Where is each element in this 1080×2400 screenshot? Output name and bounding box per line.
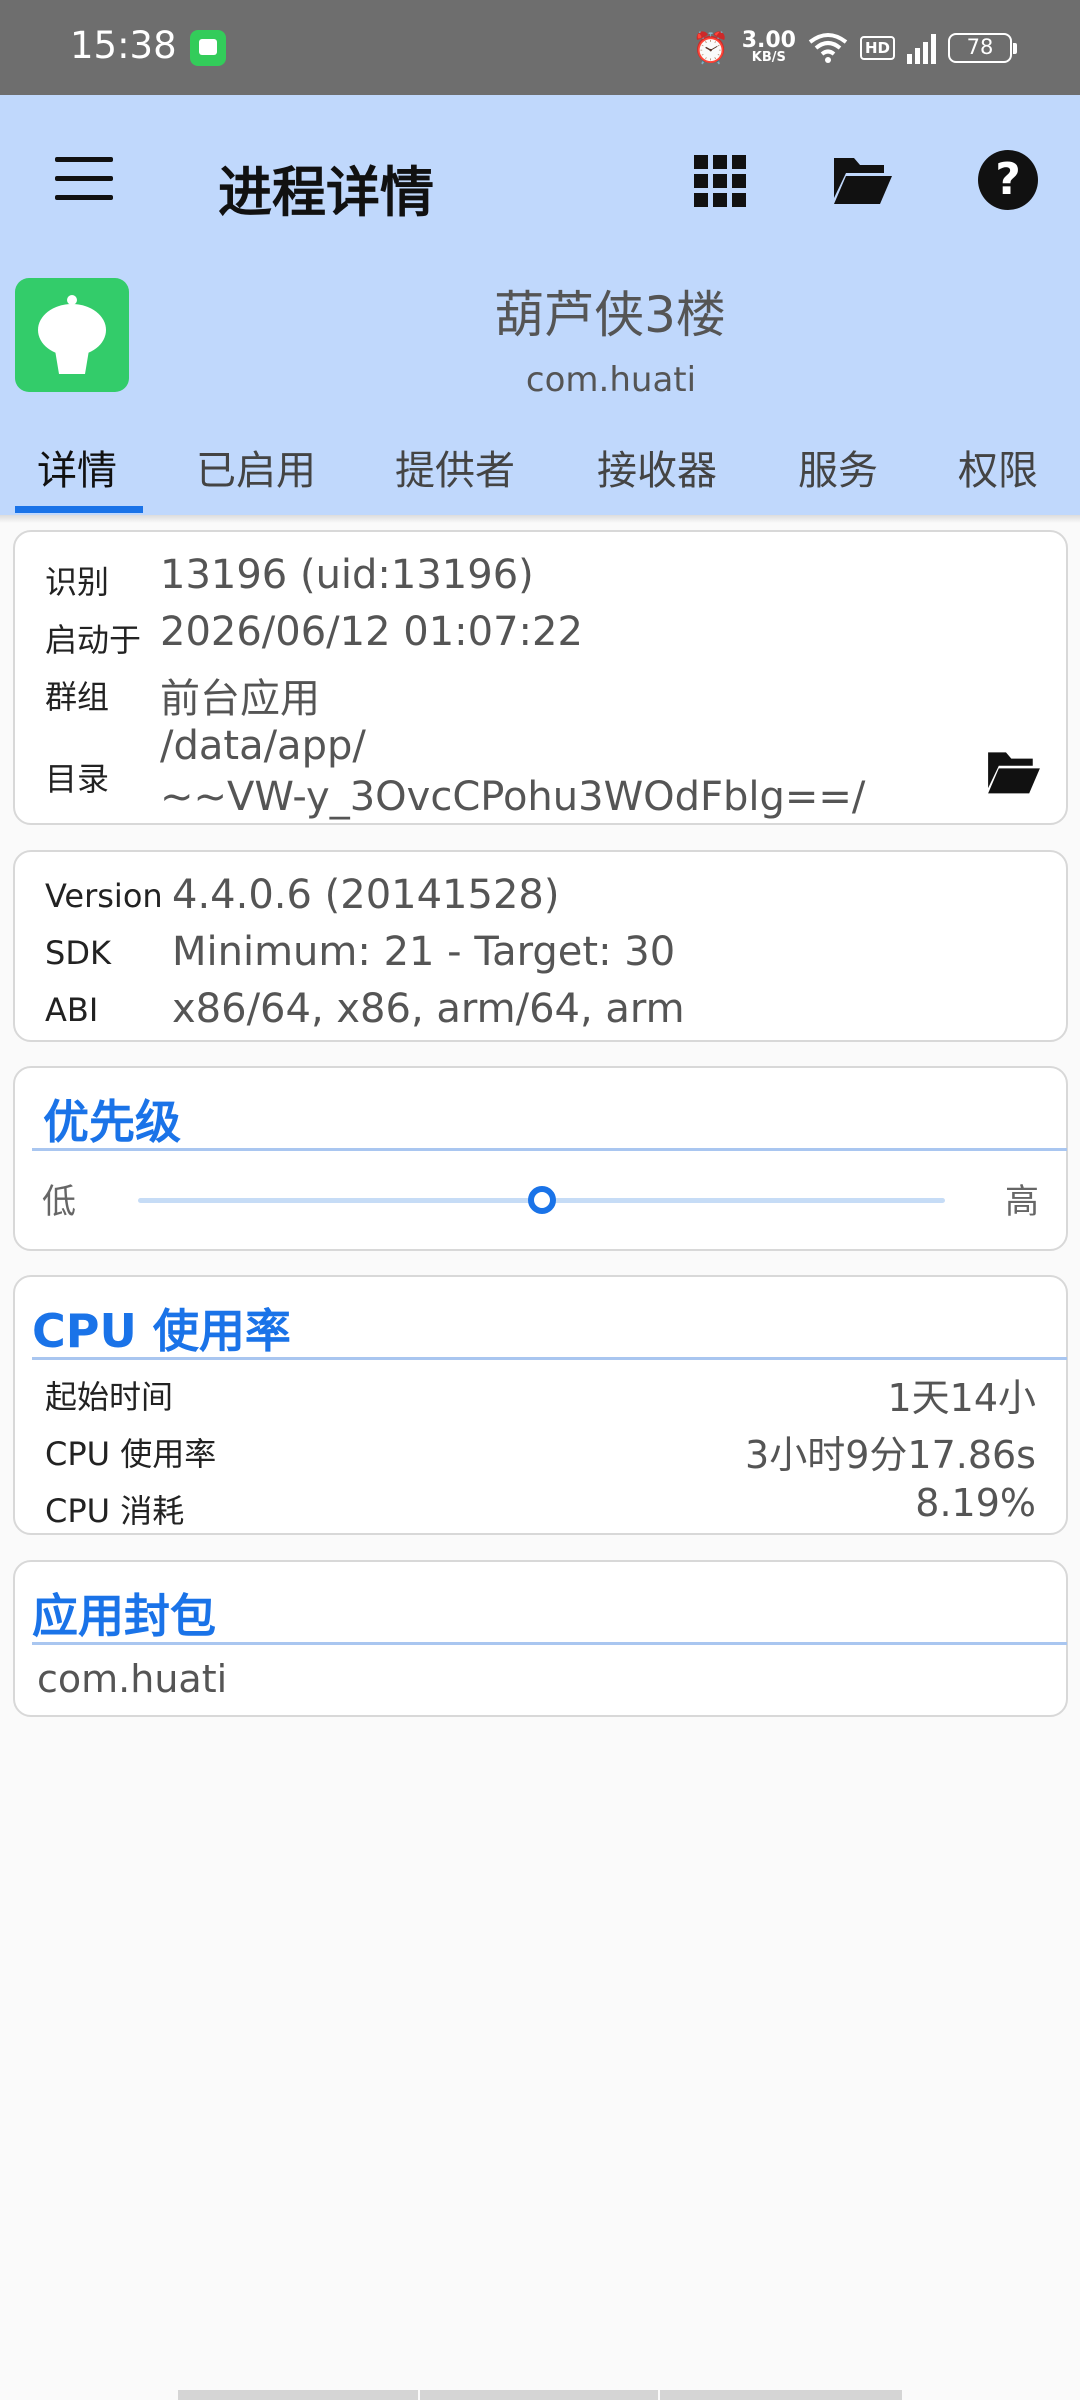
grid-icon[interactable] xyxy=(694,155,746,207)
alarm-icon: ⏰ xyxy=(692,30,730,66)
priority-title: 优先级 xyxy=(43,1095,181,1149)
directory-path-line1: /data/app/ xyxy=(160,723,366,769)
nav-handle xyxy=(178,2390,418,2400)
app-name: 葫芦侠3楼 xyxy=(494,286,726,344)
priority-card: 优先级 低 高 xyxy=(13,1066,1068,1251)
hd-voice-badge: HD xyxy=(859,36,895,60)
app-package-name: com.huati xyxy=(525,360,697,400)
cpu-usage-card: CPU 使用率 起始时间 1天14小 CPU 使用率 3小时9分17.86s C… xyxy=(13,1275,1068,1535)
wifi-icon xyxy=(808,33,848,63)
tab-enabled[interactable]: 已启用 xyxy=(196,438,316,496)
network-speed-unit: KB/S xyxy=(751,50,786,66)
tab-receivers[interactable]: 接收器 xyxy=(597,438,717,496)
page-title: 进程详情 xyxy=(218,161,434,224)
tab-services[interactable]: 服务 xyxy=(798,438,878,496)
cpu-usage-value: 3小时9分17.86s xyxy=(745,1433,1036,1477)
tab-bar: 详情 已启用 提供者 接收器 服务 权限 xyxy=(0,410,1080,515)
pid-label: 识别 xyxy=(45,563,110,601)
status-bar: 15:38 ⏰ 3.00 KB/S HD 78 xyxy=(0,0,1080,95)
status-time: 15:38 xyxy=(70,24,177,67)
app-package-divider xyxy=(32,1642,1067,1645)
priority-high-label: 高 xyxy=(1005,1182,1039,1222)
nav-handle xyxy=(420,2390,658,2400)
directory-label: 目录 xyxy=(45,760,110,798)
sdk-label: SDK xyxy=(45,934,111,972)
tab-details[interactable]: 详情 xyxy=(37,438,117,496)
folder-open-icon[interactable] xyxy=(832,152,894,208)
priority-divider xyxy=(32,1148,1067,1151)
started-value: 2026/06/12 01:07:22 xyxy=(160,609,583,655)
priority-slider-thumb[interactable] xyxy=(527,1186,556,1214)
process-info-card: 识别 13196 (uid:13196) 启动于 2026/06/12 01:0… xyxy=(13,530,1068,825)
abi-value: x86/64, x86, arm/64, arm xyxy=(172,986,685,1032)
started-label: 启动于 xyxy=(45,621,142,659)
help-icon[interactable]: ? xyxy=(978,150,1038,210)
tab-providers[interactable]: 提供者 xyxy=(395,438,515,496)
sdk-value: Minimum: 21 - Target: 30 xyxy=(172,929,676,975)
directory-path-line2: ~~VW-y_3OvcCPohu3WOdFblg==/ xyxy=(160,774,866,820)
abi-label: ABI xyxy=(45,991,99,1029)
priority-low-label: 低 xyxy=(42,1182,76,1222)
cpu-usage-label: CPU 使用率 xyxy=(45,1435,217,1473)
chat-notification-icon xyxy=(190,30,226,66)
version-label: Version xyxy=(45,877,163,915)
group-value: 前台应用 xyxy=(160,676,320,722)
version-value: 4.4.0.6 (20141528) xyxy=(172,872,560,918)
tab-indicator xyxy=(15,506,143,513)
battery-indicator: 78 xyxy=(948,33,1017,63)
app-package-value: com.huati xyxy=(37,1657,228,1701)
cpu-consume-value: 8.19% xyxy=(915,1481,1036,1525)
open-directory-icon[interactable] xyxy=(983,747,1045,797)
start-time-value: 1天14小 xyxy=(887,1376,1036,1420)
tab-bar-shadow xyxy=(0,515,1080,523)
network-speed: 3.00 KB/S xyxy=(741,28,796,66)
cpu-usage-divider xyxy=(32,1357,1067,1360)
cpu-consume-label: CPU 消耗 xyxy=(45,1492,185,1530)
app-package-title: 应用封包 xyxy=(32,1589,216,1643)
version-card: Version 4.4.0.6 (20141528) SDK Minimum: … xyxy=(13,850,1068,1042)
cellular-signal-icon xyxy=(907,32,936,64)
menu-icon[interactable] xyxy=(55,157,113,201)
cpu-usage-title: CPU 使用率 xyxy=(32,1304,291,1358)
network-speed-value: 3.00 xyxy=(741,28,796,54)
pid-value: 13196 (uid:13196) xyxy=(160,552,534,598)
tab-permissions[interactable]: 权限 xyxy=(958,438,1038,496)
nav-handle xyxy=(660,2390,902,2400)
app-package-card: 应用封包 com.huati xyxy=(13,1560,1068,1717)
group-label: 群组 xyxy=(45,678,110,716)
status-indicators: ⏰ 3.00 KB/S HD 78 xyxy=(692,26,1017,70)
start-time-label: 起始时间 xyxy=(45,1378,174,1416)
